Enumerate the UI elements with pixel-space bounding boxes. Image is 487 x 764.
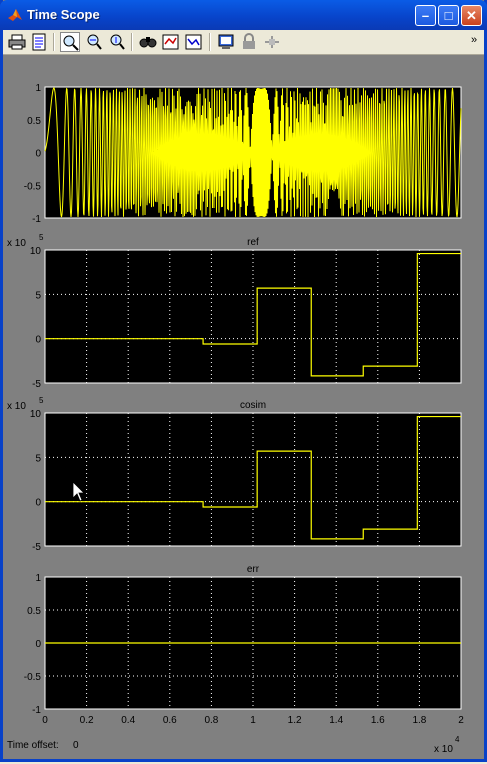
title-bar[interactable]: Time Scope – □ ✕	[0, 0, 487, 30]
time-offset-label: Time offset:	[7, 740, 59, 751]
y-tick-label: 5	[35, 290, 41, 301]
x-tick-label: 1.2	[288, 715, 302, 726]
scope-axes-area: 1 0.5 0 -0.5 -1 10 5 0 -5 ref x 10 5 10 5 0 -5 cosim x 10…	[3, 55, 484, 759]
y-tick-label: -5	[32, 542, 41, 553]
restore-axes-icon[interactable]	[184, 32, 204, 52]
x-tick-label: 0.4	[121, 715, 135, 726]
axes-title: cosim	[240, 400, 266, 411]
save-axes-icon[interactable]	[161, 32, 181, 52]
toolbar-separator	[53, 33, 55, 51]
signal-selection-icon[interactable]	[262, 32, 282, 52]
x-exponent-power: 4	[455, 735, 460, 744]
x-tick-label: 0.8	[204, 715, 218, 726]
axes-title: ref	[247, 237, 259, 248]
autoscale-icon[interactable]	[138, 32, 158, 52]
y-tick-label: -5	[32, 379, 41, 390]
y-tick-label: 0	[35, 335, 41, 346]
x-tick-label: 1	[250, 715, 256, 726]
lock-icon[interactable]	[239, 32, 259, 52]
x-tick-label: 0.2	[80, 715, 94, 726]
y-tick-label: 1	[35, 573, 41, 584]
x-tick-label: 2	[458, 715, 464, 726]
x-tick-label: 0.6	[163, 715, 177, 726]
x-tick-label: 1.6	[371, 715, 385, 726]
y-exponent: x 10	[7, 401, 26, 412]
parameters-icon[interactable]	[29, 32, 49, 52]
scope-plots[interactable]: 10.50-0.5-11050-5refx 1051050-5cosimx 10…	[3, 55, 484, 759]
y-tick-label: -0.5	[24, 181, 42, 192]
window-title: Time Scope	[27, 7, 100, 22]
y-exponent-power: 5	[39, 233, 44, 242]
toolbar-separator	[209, 33, 211, 51]
y-tick-label: 1	[35, 83, 41, 94]
maximize-button[interactable]: □	[438, 5, 459, 26]
toolbar: »	[3, 30, 484, 55]
toolbar-separator	[131, 33, 133, 51]
zoom-x-icon[interactable]	[84, 32, 104, 52]
x-exponent: x 10	[434, 744, 453, 755]
print-icon[interactable]	[7, 32, 27, 52]
y-tick-label: 0.5	[27, 116, 41, 127]
y-tick-label: -1	[32, 705, 41, 716]
matlab-icon	[8, 9, 22, 21]
float-scope-icon[interactable]	[216, 32, 236, 52]
axes-title: err	[247, 564, 260, 575]
close-button[interactable]: ✕	[461, 5, 482, 26]
scope-window: Time Scope – □ ✕ » 1 0.5 0 -0.5 -1 10 5 …	[0, 0, 487, 762]
zoom-icon[interactable]	[60, 32, 80, 52]
x-tick-label: 0	[42, 715, 48, 726]
y-tick-label: 0	[35, 498, 41, 509]
y-tick-label: 0	[35, 639, 41, 650]
y-tick-label: 0.5	[27, 606, 41, 617]
y-tick-label: -0.5	[24, 672, 42, 683]
zoom-y-icon[interactable]	[107, 32, 127, 52]
y-tick-label: 10	[30, 246, 42, 257]
minimize-button[interactable]: –	[415, 5, 436, 26]
toolbar-overflow-icon[interactable]: »	[471, 34, 477, 46]
y-tick-label: 5	[35, 453, 41, 464]
y-tick-label: 0	[35, 149, 41, 160]
y-exponent: x 10	[7, 238, 26, 249]
y-exponent-power: 5	[39, 396, 44, 405]
y-tick-label: 10	[30, 409, 42, 420]
x-tick-label: 1.4	[329, 715, 343, 726]
y-tick-label: -1	[32, 214, 41, 225]
time-offset-value: 0	[73, 740, 79, 751]
axes-2	[44, 249, 462, 384]
axes-3	[44, 412, 462, 547]
x-tick-label: 1.8	[412, 715, 426, 726]
